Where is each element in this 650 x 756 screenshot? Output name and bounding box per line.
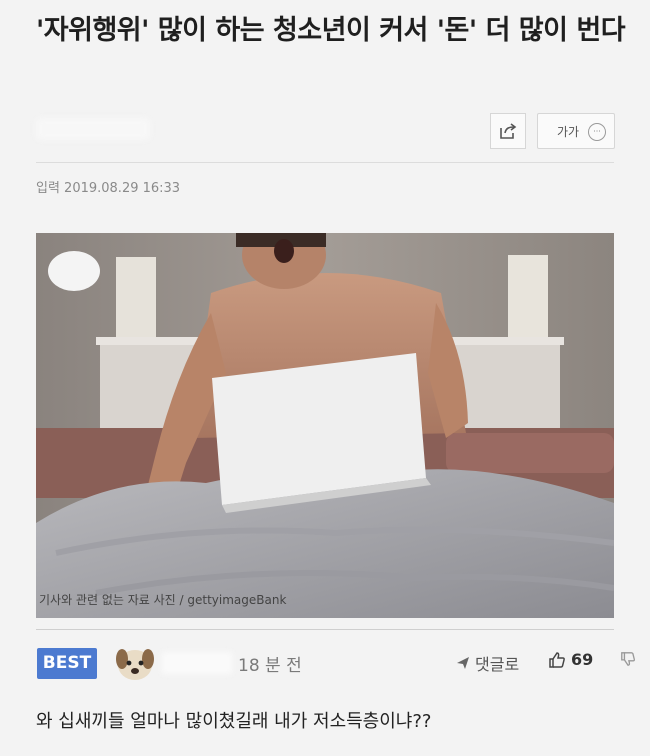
- divider: [36, 162, 614, 163]
- dislike-button[interactable]: [620, 651, 636, 671]
- like-button[interactable]: 69: [548, 650, 593, 669]
- reply-arrow-icon: [457, 657, 469, 669]
- share-icon: [500, 123, 517, 139]
- more-icon[interactable]: ···: [588, 123, 606, 141]
- article-photo: [36, 233, 614, 618]
- byline-redacted: [36, 118, 150, 140]
- thumbs-down-icon: [621, 652, 635, 666]
- font-size-label: 가가: [556, 124, 580, 139]
- avatar: [114, 645, 156, 683]
- comment-time: 18 분 전: [238, 656, 302, 676]
- divider: [36, 629, 614, 630]
- best-badge: BEST: [37, 648, 97, 679]
- font-size-button[interactable]: 가가 ···: [537, 113, 615, 149]
- reply-label: 댓글로: [475, 655, 520, 674]
- share-button[interactable]: [490, 113, 526, 149]
- comment-text: 와 십새끼들 얼마나 많이쳤길래 내가 저소득층이냐??: [36, 711, 432, 732]
- nickname-redacted: [162, 652, 232, 674]
- article-title: '자위행위' 많이 하는 청소년이 커서 '돈' 더 많이 번다: [36, 15, 626, 46]
- thumbs-up-icon: [549, 651, 565, 668]
- like-count: 69: [571, 650, 594, 669]
- publish-date: 입력 2019.08.29 16:33: [36, 181, 181, 196]
- reply-button[interactable]: 댓글로: [456, 651, 519, 675]
- photo-caption: 기사와 관련 없는 자료 사진 / gettyimageBank: [39, 593, 287, 607]
